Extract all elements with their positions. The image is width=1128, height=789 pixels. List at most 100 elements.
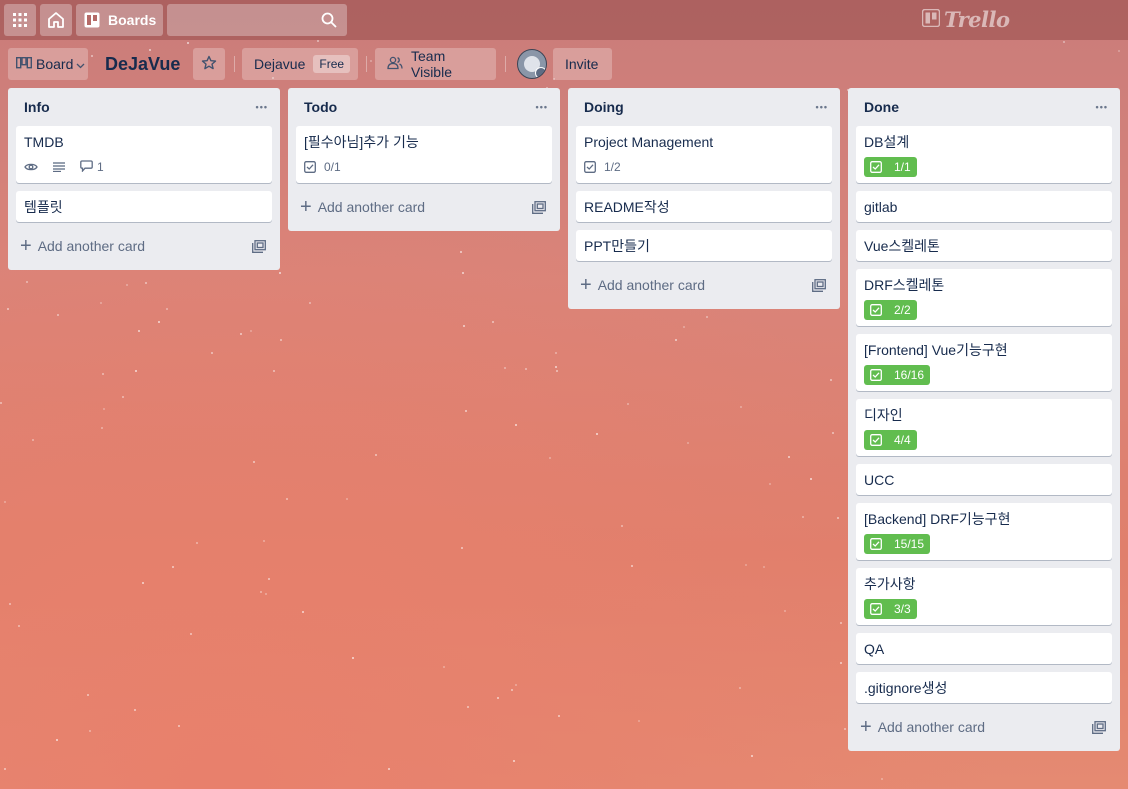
watch-icon — [24, 162, 42, 172]
create-from-template-icon[interactable] — [532, 200, 546, 214]
card-title: Project Management — [584, 134, 714, 150]
add-card-button[interactable]: + Add another card — [16, 230, 272, 262]
list-card[interactable]: PPT만들기 — [576, 230, 832, 261]
list-header[interactable]: Todo ••• — [296, 88, 552, 126]
background-speck — [240, 333, 242, 335]
list-title[interactable]: Info — [24, 99, 50, 115]
home-button[interactable] — [40, 4, 72, 36]
list-card[interactable]: 추가사항 3/3 — [856, 568, 1112, 625]
background-speck — [881, 778, 883, 780]
list-card[interactable]: README작성 — [576, 191, 832, 222]
checklist-complete-badge: 1/1 — [864, 157, 917, 177]
card-title: README작성 — [584, 199, 670, 215]
apps-button[interactable] — [4, 4, 36, 36]
more-options-icon[interactable]: ••• — [816, 102, 828, 112]
background-speck — [558, 715, 560, 717]
background-speck — [26, 281, 28, 283]
background-speck — [627, 403, 629, 405]
list-card[interactable]: [Backend] DRF기능구현 15/15 — [856, 503, 1112, 560]
background-speck — [515, 424, 517, 426]
background-speck — [0, 402, 2, 404]
create-from-template-icon[interactable] — [252, 239, 266, 253]
add-card-label-wrap: + Add another card — [580, 275, 705, 295]
list-card[interactable]: .gitignore생성 — [856, 672, 1112, 703]
more-options-icon[interactable]: ••• — [536, 102, 548, 112]
card-title: PPT만들기 — [584, 238, 650, 254]
add-card-button[interactable]: + Add another card — [576, 269, 832, 301]
more-options-icon[interactable]: ••• — [256, 102, 268, 112]
visibility-button[interactable]: Team Visible — [375, 48, 496, 80]
list-card[interactable]: Project Management 1/2 — [576, 126, 832, 183]
background-speck — [122, 396, 124, 398]
checklist-icon — [870, 434, 888, 446]
background-speck — [253, 461, 255, 463]
create-from-template-icon[interactable] — [1092, 720, 1106, 734]
list-title[interactable]: Done — [864, 99, 899, 115]
card-title: 추가사항 — [864, 576, 916, 592]
card-badges: 15/15 — [864, 534, 1104, 554]
board-view-switcher[interactable]: Board — [8, 48, 88, 80]
background-speck — [9, 603, 11, 605]
list-card[interactable]: DRF스켈레톤 2/2 — [856, 269, 1112, 326]
background-speck — [596, 433, 598, 435]
background-speck — [504, 367, 506, 369]
background-speck — [317, 40, 319, 42]
list-title[interactable]: Doing — [584, 99, 624, 115]
checklist-count: 1/1 — [894, 160, 911, 174]
card-title: gitlab — [864, 199, 898, 215]
boards-button[interactable]: Boards — [76, 4, 163, 36]
background-speck — [745, 564, 747, 566]
background-speck — [837, 517, 839, 519]
list-header[interactable]: Info ••• — [16, 88, 272, 126]
list-card[interactable]: 템플릿 — [16, 191, 272, 222]
background-speck — [375, 454, 377, 456]
create-from-template-icon[interactable] — [812, 278, 826, 292]
search-input[interactable] — [167, 4, 347, 36]
card-title: [Frontend] Vue기능구현 — [864, 342, 1008, 358]
star-button[interactable] — [193, 48, 225, 80]
list-title[interactable]: Todo — [304, 99, 337, 115]
background-speck — [784, 610, 786, 612]
add-card-label-wrap: + Add another card — [20, 236, 145, 256]
list-card[interactable]: gitlab — [856, 191, 1112, 222]
list-header[interactable]: Done ••• — [856, 88, 1112, 126]
add-card-button[interactable]: + Add another card — [856, 711, 1112, 743]
boards-icon — [84, 12, 108, 28]
card-title: QA — [864, 641, 885, 657]
card-title: UCC — [864, 472, 895, 488]
checklist-icon — [584, 161, 600, 173]
board-title[interactable]: DeJaVue — [105, 52, 180, 76]
list-card[interactable]: Vue스켈레톤 — [856, 230, 1112, 261]
list-card[interactable]: QA — [856, 633, 1112, 664]
list-card[interactable]: DB설계 1/1 — [856, 126, 1112, 183]
checklist-icon — [870, 304, 888, 316]
background-speck — [103, 408, 105, 410]
more-options-icon[interactable]: ••• — [1096, 102, 1108, 112]
member-avatar[interactable] — [517, 49, 547, 79]
board-view-label: Board — [36, 56, 74, 72]
list-card[interactable]: 디자인 4/4 — [856, 399, 1112, 456]
list-header[interactable]: Doing ••• — [576, 88, 832, 126]
list-card[interactable]: TMDB 1 — [16, 126, 272, 183]
card-title: [필수아님]추가 기능 — [304, 134, 419, 150]
list-card[interactable]: [Frontend] Vue기능구현 16/16 — [856, 334, 1112, 391]
add-card-label: Add another card — [37, 238, 146, 254]
invite-button[interactable]: Invite — [553, 48, 612, 80]
list-done: Done ••• DB설계 1/1 gitlab Vue스켈레톤 DRF스켈레톤 2/2 [Fr… — [848, 88, 1120, 751]
background-speck — [370, 60, 372, 62]
background-speck — [134, 709, 136, 711]
background-speck — [460, 251, 462, 253]
workspace-button[interactable]: Dejavue Free — [242, 48, 358, 80]
background-speck — [158, 321, 160, 323]
card-title: DRF스켈레톤 — [864, 277, 945, 293]
boards-label: Boards — [108, 12, 157, 28]
checklist-icon — [870, 538, 888, 550]
checklist-icon — [304, 161, 320, 173]
add-card-button[interactable]: + Add another card — [296, 191, 552, 223]
background-speck — [87, 694, 89, 696]
background-speck — [32, 439, 34, 441]
background-speck — [740, 406, 742, 408]
list-card[interactable]: [필수아님]추가 기능 0/1 — [296, 126, 552, 183]
trello-logo[interactable]: Trello — [921, 6, 1010, 32]
list-card[interactable]: UCC — [856, 464, 1112, 495]
